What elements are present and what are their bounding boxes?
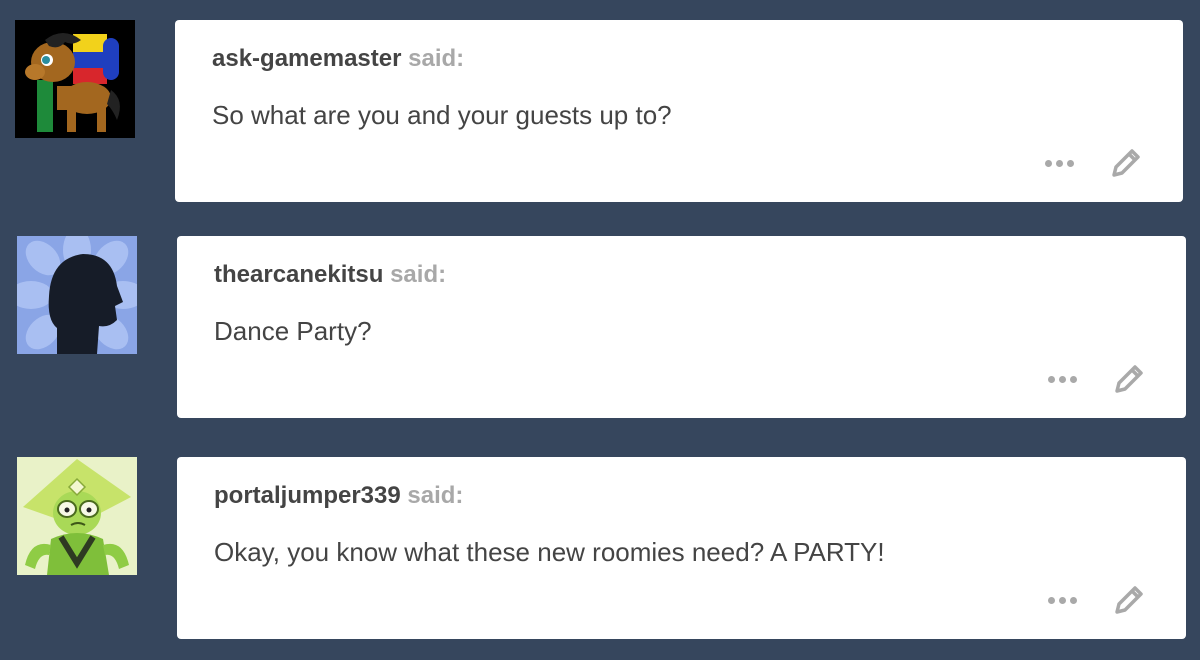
post-controls [1048, 581, 1148, 619]
question-text: Dance Party? [214, 316, 372, 346]
asker-line: portaljumper339 said: [214, 482, 463, 510]
pencil-icon[interactable] [1110, 360, 1148, 398]
said-label: said: [390, 261, 447, 288]
ask-card: portaljumper339 said: Okay, you know wha… [177, 457, 1186, 639]
ellipsis-icon[interactable] [1048, 370, 1077, 389]
pony-avatar-icon [15, 20, 135, 138]
peridot-avatar-icon [17, 457, 137, 575]
said-label: said: [407, 482, 464, 509]
post-controls [1045, 144, 1145, 182]
pencil-icon[interactable] [1110, 581, 1148, 619]
ellipsis-icon[interactable] [1048, 591, 1077, 610]
ask-card: thearcanekitsu said: Dance Party? [177, 236, 1186, 418]
asker-username[interactable]: ask-gamemaster [212, 45, 401, 72]
question-text: So what are you and your guests up to? [212, 100, 672, 130]
avatar[interactable] [17, 457, 137, 575]
ellipsis-icon[interactable] [1045, 154, 1074, 173]
asker-line: thearcanekitsu said: [214, 261, 446, 289]
silhouette-avatar-icon [17, 236, 137, 354]
avatar[interactable] [15, 20, 135, 138]
asker-username[interactable]: portaljumper339 [214, 482, 401, 509]
question-text: Okay, you know what these new roomies ne… [214, 537, 885, 567]
asker-username[interactable]: thearcanekitsu [214, 261, 383, 288]
ask-card: ask-gamemaster said: So what are you and… [175, 20, 1183, 202]
post-controls [1048, 360, 1148, 398]
avatar[interactable] [17, 236, 137, 354]
asker-line: ask-gamemaster said: [212, 45, 464, 73]
said-label: said: [408, 45, 465, 72]
pencil-icon[interactable] [1107, 144, 1145, 182]
